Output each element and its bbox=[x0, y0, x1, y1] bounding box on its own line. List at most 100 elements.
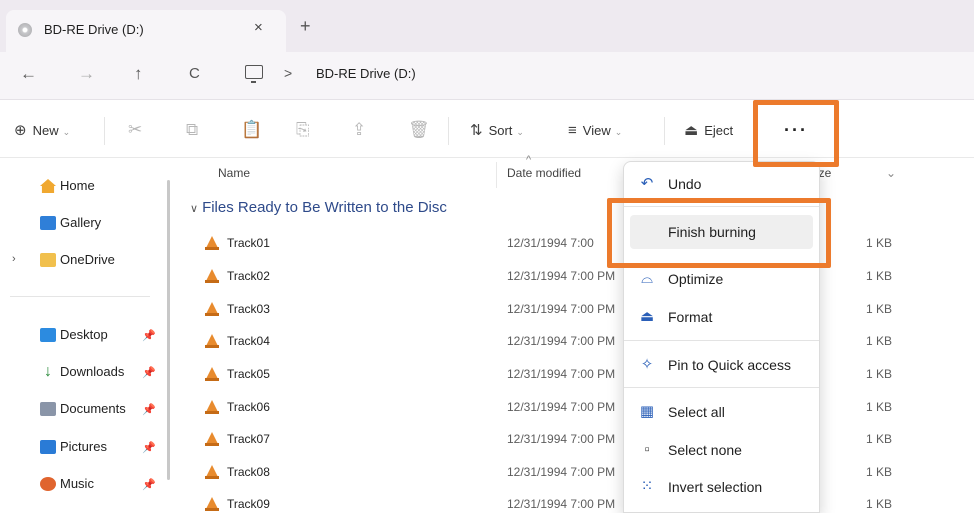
vlc-media-icon bbox=[205, 497, 219, 511]
pin-icon: 📌 bbox=[142, 479, 156, 491]
disc-drive-icon bbox=[18, 23, 32, 37]
select-none-icon: ▫ bbox=[644, 441, 650, 458]
close-tab-icon[interactable]: × bbox=[254, 19, 263, 36]
eject-button[interactable]: ⏏ Eject bbox=[684, 122, 733, 140]
sidebar-item-label: Music bbox=[60, 476, 94, 491]
vlc-media-icon bbox=[205, 269, 219, 283]
file-date: 12/31/1994 7:00 PM bbox=[507, 465, 616, 479]
sidebar-item-label: OneDrive bbox=[60, 252, 115, 267]
eject-icon: ⏏ bbox=[684, 122, 699, 139]
column-divider[interactable] bbox=[496, 162, 497, 188]
chevron-down-icon: ⌄ bbox=[614, 127, 623, 137]
view-lines-icon: ≡ bbox=[568, 122, 577, 139]
new-tab-icon[interactable]: + bbox=[300, 17, 311, 35]
file-size: 1 KB bbox=[866, 465, 893, 479]
optimize-icon: ⌓ bbox=[641, 270, 653, 287]
vlc-media-icon bbox=[205, 367, 219, 381]
chevron-down-icon: ⌄ bbox=[62, 127, 71, 137]
sidebar-divider bbox=[10, 296, 150, 297]
sidebar-item-label: Pictures bbox=[60, 439, 107, 454]
file-name: Track03 bbox=[227, 302, 270, 316]
toolbar-divider bbox=[448, 117, 449, 145]
pin-icon: 📌 bbox=[142, 404, 156, 416]
vlc-media-icon bbox=[205, 236, 219, 250]
breadcrumb-current[interactable]: BD-RE Drive (D:) bbox=[316, 66, 416, 81]
menu-item-select-none[interactable]: ▫ Select none bbox=[624, 433, 819, 467]
file-date: 12/31/1994 7:00 PM bbox=[507, 269, 616, 283]
sort-ascending-icon: ^ bbox=[526, 154, 532, 166]
file-date: 12/31/1994 7:00 PM bbox=[507, 497, 616, 511]
menu-item-label: Format bbox=[668, 309, 713, 325]
file-name: Track02 bbox=[227, 269, 270, 283]
view-button[interactable]: ≡ View ⌄ bbox=[568, 122, 622, 141]
sort-icon: ⇅ bbox=[470, 122, 483, 139]
file-date: 12/31/1994 7:00 PM bbox=[507, 367, 616, 381]
toolbar-divider bbox=[104, 117, 105, 145]
file-size: 1 KB bbox=[866, 497, 893, 511]
toolbar-divider bbox=[664, 117, 665, 145]
share-icon[interactable]: ⇪ bbox=[352, 120, 366, 140]
menu-item-undo[interactable]: ↶ Undo bbox=[624, 167, 819, 201]
tab-title: BD-RE Drive (D:) bbox=[44, 22, 144, 37]
menu-item-label: Optimize bbox=[668, 271, 724, 287]
delete-icon[interactable]: 🗑 bbox=[408, 120, 430, 140]
file-size: 1 KB bbox=[866, 236, 893, 250]
sidebar-scrollbar[interactable] bbox=[167, 180, 170, 480]
file-date: 12/31/1994 7:00 PM bbox=[507, 334, 616, 348]
rename-icon[interactable]: ⎘ bbox=[296, 120, 310, 140]
file-name: Track04 bbox=[227, 334, 270, 348]
menu-item-label: Pin to Quick access bbox=[668, 357, 791, 373]
navigation-pane: Home Gallery › OneDrive Desktop 📌 ↓ Down… bbox=[0, 158, 172, 513]
refresh-icon[interactable]: C bbox=[189, 64, 200, 84]
menu-divider bbox=[624, 340, 819, 341]
plus-circle-icon: ⊕ bbox=[14, 122, 27, 139]
breadcrumb-chevron-icon[interactable]: > bbox=[284, 65, 292, 81]
sidebar-item-label: Gallery bbox=[60, 215, 102, 230]
cut-icon[interactable]: ✂ bbox=[128, 120, 142, 140]
this-pc-icon[interactable] bbox=[245, 65, 263, 83]
column-date-modified[interactable]: Date modified bbox=[507, 166, 581, 180]
up-icon[interactable]: ↑ bbox=[134, 64, 143, 84]
new-button-label: New bbox=[32, 123, 59, 138]
file-name: Track07 bbox=[227, 432, 270, 446]
menu-divider bbox=[624, 387, 819, 388]
menu-item-label: Select none bbox=[668, 442, 742, 458]
sidebar-item-label: Desktop bbox=[60, 327, 108, 342]
vlc-media-icon bbox=[205, 334, 219, 348]
tab-bd-re-drive[interactable]: BD-RE Drive (D:) × bbox=[6, 10, 286, 52]
paste-icon[interactable]: 📋 bbox=[241, 120, 262, 140]
group-header[interactable]: ∨ Files Ready to Be Written to the Disc bbox=[190, 199, 447, 216]
chevron-down-icon: ∨ bbox=[190, 203, 199, 215]
vlc-media-icon bbox=[205, 302, 219, 316]
file-date: 12/31/1994 7:00 PM bbox=[507, 432, 616, 446]
column-chevron-icon[interactable]: ⌄ bbox=[886, 166, 896, 180]
sort-button[interactable]: ⇅ Sort ⌄ bbox=[470, 122, 524, 141]
desktop-icon bbox=[40, 328, 56, 342]
vlc-media-icon bbox=[205, 400, 219, 414]
pin-icon: 📌 bbox=[142, 442, 156, 454]
sidebar-item-label: Documents bbox=[60, 401, 126, 416]
menu-item-format[interactable]: ⏏ Format bbox=[624, 300, 819, 334]
music-icon bbox=[40, 477, 56, 491]
back-icon[interactable]: ← bbox=[20, 64, 37, 84]
forward-icon[interactable]: → bbox=[78, 64, 95, 84]
group-label: Files Ready to Be Written to the Disc bbox=[202, 199, 447, 216]
invert-selection-icon: ⁙ bbox=[640, 478, 654, 495]
file-name: Track09 bbox=[227, 497, 270, 511]
download-icon: ↓ bbox=[44, 363, 52, 380]
sidebar-item-label: Home bbox=[60, 178, 95, 193]
documents-icon bbox=[40, 402, 56, 416]
menu-item-pin-to-quick-access[interactable]: ✧ Pin to Quick access bbox=[624, 348, 819, 382]
column-name[interactable]: Name bbox=[218, 166, 250, 180]
pictures-icon bbox=[40, 440, 56, 454]
menu-item-select-all[interactable]: ▦ Select all bbox=[624, 395, 819, 429]
menu-item-label: Undo bbox=[668, 176, 702, 192]
menu-item-invert-selection[interactable]: ⁙ Invert selection bbox=[624, 470, 819, 504]
chevron-right-icon[interactable]: › bbox=[12, 253, 16, 265]
new-button[interactable]: ⊕ New ⌄ bbox=[14, 122, 70, 141]
pin-icon: 📌 bbox=[142, 330, 156, 342]
pin-icon: 📌 bbox=[142, 367, 156, 379]
file-date: 12/31/1994 7:00 PM bbox=[507, 400, 616, 414]
copy-icon[interactable]: ⧉ bbox=[186, 120, 198, 140]
menu-item-label: Invert selection bbox=[668, 479, 763, 495]
